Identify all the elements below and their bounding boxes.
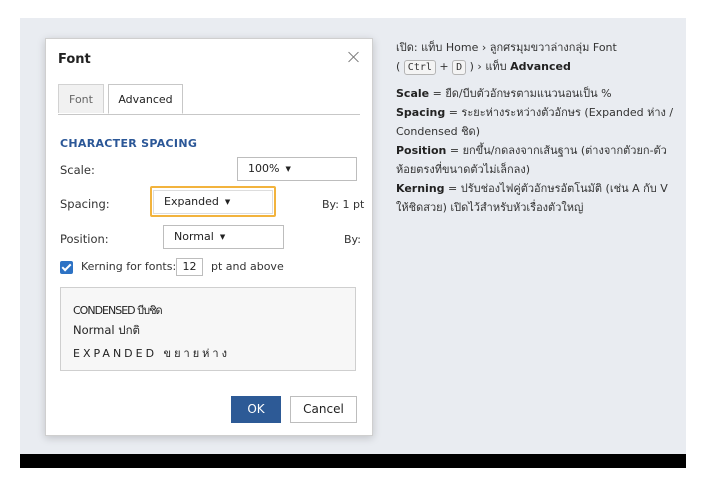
position-value: Normal <box>174 230 214 243</box>
scale-value: 100% <box>248 162 280 175</box>
advanced-word: Advanced <box>510 60 571 73</box>
note-scale-term: Scale <box>396 87 430 100</box>
chevron-down-icon: ▼ <box>219 233 226 241</box>
close-icon[interactable] <box>346 49 362 65</box>
position-by-label: By: <box>344 233 361 246</box>
note-scale: Scale = ยืด/บีบตัวอักษรตามแนวนอนเป็น % <box>396 84 681 103</box>
chevron-down-icon: ▼ <box>224 198 231 206</box>
help-notes: เปิด: แท็บ Home › ลูกศรมุมขวาล่างกลุ่ม F… <box>396 38 681 217</box>
ok-button[interactable]: OK <box>231 396 281 423</box>
cancel-button[interactable]: Cancel <box>290 396 357 423</box>
font-dialog: Font Font Advanced CHARACTER SPACING Sca… <box>45 38 373 436</box>
note-position: Position = ยกขึ้น/กดลงจากเส้นฐาน (ต่างจา… <box>396 141 681 179</box>
open-path: เปิด: แท็บ Home › ลูกศรมุมขวาล่างกลุ่ม F… <box>396 38 681 57</box>
key-ctrl: Ctrl <box>403 60 436 75</box>
spacing-by-label: By: <box>322 198 339 211</box>
note-position-term: Position <box>396 144 447 157</box>
bottom-bar <box>20 454 686 468</box>
tab-font[interactable]: Font <box>58 84 104 113</box>
chevron-down-icon: ▼ <box>285 165 291 173</box>
kerning-checkbox[interactable] <box>60 261 73 274</box>
preview-box: CONDENSED บีบชิด Normal ปกติ EXPANDED ขย… <box>60 287 356 371</box>
note-scale-desc: = ยืด/บีบตัวอักษรตามแนวนอนเป็น % <box>429 87 612 100</box>
scale-dropdown[interactable]: 100% ▼ <box>237 157 357 181</box>
preview-condensed: CONDENSED บีบชิด <box>73 304 163 317</box>
spacing-by: By: 1 pt <box>322 198 364 211</box>
tab-bar: Font Advanced <box>58 84 360 115</box>
preview-expanded: EXPANDED ขยายห่าง <box>73 347 230 360</box>
kerning-suffix: pt and above <box>211 260 284 273</box>
note-spacing: Spacing = ระยะห่างระหว่างตัวอักษร (Expan… <box>396 103 681 141</box>
tab-advanced[interactable]: Advanced <box>108 84 183 114</box>
section-heading: CHARACTER SPACING <box>60 137 198 150</box>
spacing-dropdown[interactable]: Expanded ▼ <box>153 190 273 214</box>
spacing-label: Spacing: <box>60 197 110 211</box>
preview-normal: Normal ปกติ <box>73 323 140 337</box>
kerning-label: Kerning for fonts: <box>81 260 177 273</box>
scale-label: Scale: <box>60 163 95 177</box>
key-plus: + <box>439 60 449 73</box>
dialog-title: Font <box>58 52 91 67</box>
note-kerning: Kerning = ปรับช่องไฟคู่ตัวอักษรอัตโนมัติ… <box>396 179 681 217</box>
shortcut-line: ( Ctrl + D ) › แท็บ Advanced <box>396 57 681 76</box>
open-path-text: เปิด: แท็บ Home › ลูกศรมุมขวาล่างกลุ่ม F… <box>396 41 617 54</box>
paren-close: ) › แท็บ <box>469 60 507 73</box>
paren-open: ( <box>396 60 401 73</box>
spacing-value: Expanded <box>164 195 219 208</box>
note-spacing-term: Spacing <box>396 106 446 119</box>
note-kerning-term: Kerning <box>396 182 445 195</box>
spacing-by-value[interactable]: 1 pt <box>342 198 364 211</box>
position-label: Position: <box>60 232 109 246</box>
key-d: D <box>452 60 467 75</box>
kerning-size-input[interactable]: 12 <box>176 258 203 276</box>
position-dropdown[interactable]: Normal ▼ <box>163 225 284 249</box>
